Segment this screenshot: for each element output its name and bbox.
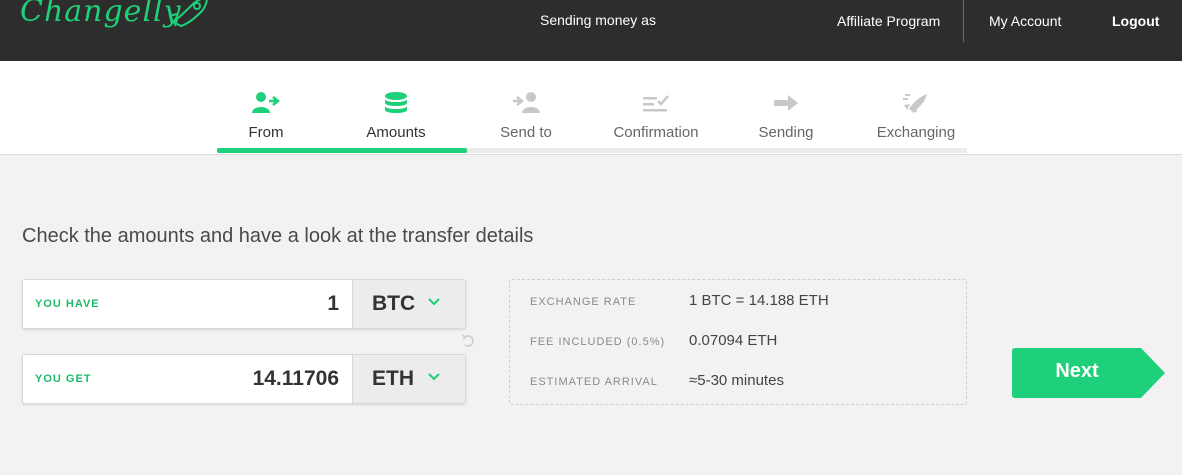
top-navbar: Changelly Sending money as Affiliate Pro… xyxy=(0,0,1182,61)
chevron-down-icon xyxy=(428,373,440,381)
you-get-input[interactable] xyxy=(139,367,339,391)
step-from: From xyxy=(201,61,331,153)
user-send-icon xyxy=(252,92,281,113)
currency-code: ETH xyxy=(372,367,414,390)
page-heading: Check the amounts and have a look at the… xyxy=(22,225,534,247)
exchange-rate-value: 1 BTC = 14.188 ETH xyxy=(689,292,829,309)
step-label: Amounts xyxy=(366,124,426,141)
step-confirmation: Confirmation xyxy=(591,61,721,153)
progress-track xyxy=(217,148,967,153)
progress-steps: From Amounts Send to Confirmation Sendin… xyxy=(0,61,1182,155)
step-amounts: Amounts xyxy=(331,61,461,153)
nav-divider xyxy=(963,0,964,42)
step-label: Exchanging xyxy=(876,124,956,141)
coins-stack-icon xyxy=(385,92,407,113)
you-have-label: YOU HAVE xyxy=(35,298,100,310)
fee-label: FEE INCLUDED (0.5%) xyxy=(530,336,666,348)
swap-icon[interactable] xyxy=(461,334,475,348)
exchange-rate-label: EXCHANGE RATE xyxy=(530,296,637,308)
send-to-user-icon xyxy=(513,92,540,113)
next-button[interactable]: Next xyxy=(1012,348,1166,398)
step-sending: Sending xyxy=(721,61,851,153)
next-label: Next xyxy=(1055,360,1099,382)
rocket-icon xyxy=(903,94,927,113)
step-label: Send to xyxy=(500,124,552,141)
step-send-to: Send to xyxy=(461,61,591,153)
transfer-details: EXCHANGE RATE 1 BTC = 14.188 ETH FEE INC… xyxy=(509,279,967,405)
checklist-icon xyxy=(643,95,669,112)
chevron-down-icon xyxy=(428,298,440,306)
changelly-logo[interactable]: Changelly xyxy=(20,0,182,29)
currency-code: BTC xyxy=(372,292,416,315)
you-have-field: YOU HAVE BTC xyxy=(22,279,466,329)
you-get-label: YOU GET xyxy=(35,373,92,385)
currency-select-have[interactable]: BTC xyxy=(352,280,465,328)
arrival-value: ≈5-30 minutes xyxy=(689,372,784,389)
logout-link[interactable]: Logout xyxy=(1112,13,1159,29)
step-label: Confirmation xyxy=(613,124,699,141)
you-have-input[interactable] xyxy=(139,292,339,316)
you-get-field: YOU GET ETH xyxy=(22,354,466,404)
arrow-right-icon xyxy=(774,95,798,111)
arrival-label: ESTIMATED ARRIVAL xyxy=(530,376,658,388)
step-exchanging: Exchanging xyxy=(851,61,981,153)
currency-select-get[interactable]: ETH xyxy=(352,355,465,403)
my-account-link[interactable]: My Account xyxy=(989,13,1061,29)
affiliate-program-link[interactable]: Affiliate Program xyxy=(837,13,940,29)
step-label: Sending xyxy=(758,124,814,141)
rocket-logo-icon xyxy=(168,0,208,28)
fee-value: 0.07094 ETH xyxy=(689,332,778,349)
sending-as-label: Sending money as xyxy=(540,12,656,28)
progress-fill xyxy=(217,148,467,153)
step-label: From xyxy=(248,124,284,141)
